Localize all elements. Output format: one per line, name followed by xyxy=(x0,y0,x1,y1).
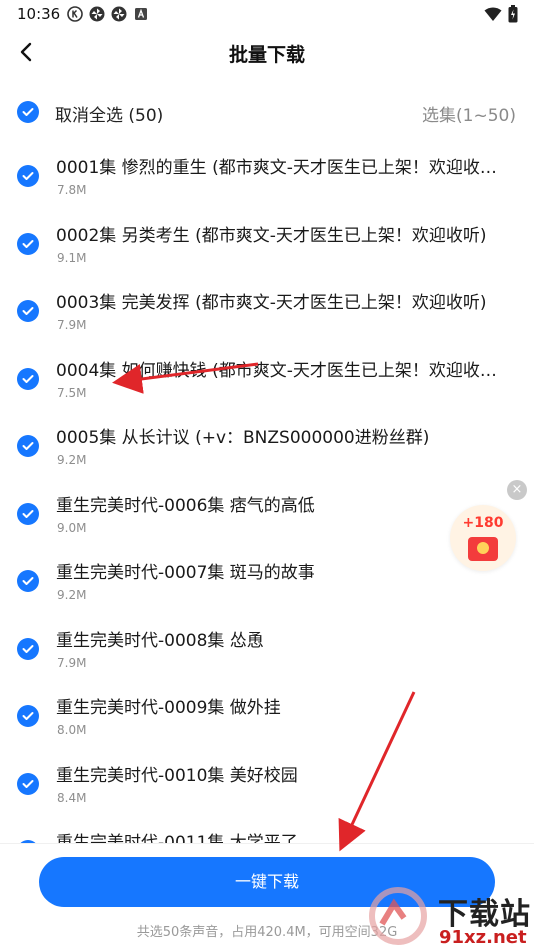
list-item[interactable]: 重生完美时代-0009集 做外挂 8.0M xyxy=(0,685,534,753)
status-notification-icons xyxy=(67,6,149,22)
episode-title: 重生完美时代-0008集 怂恿 xyxy=(56,630,264,651)
checkmark-icon xyxy=(22,239,34,248)
episode-checkbox[interactable] xyxy=(17,367,39,390)
episode-size: 9.2M xyxy=(57,453,87,467)
page-title: 批量下载 xyxy=(228,44,305,66)
checkmark-icon xyxy=(22,712,34,720)
episode-title: 0003集 完美发挥 (都市爽文-天才医生已上架！欢迎收听) xyxy=(56,293,487,313)
checkmark-icon xyxy=(22,374,34,383)
episode-checkbox[interactable] xyxy=(17,502,39,525)
wifi-icon xyxy=(484,7,502,21)
checkmark-icon xyxy=(22,644,34,653)
checkmark-icon xyxy=(22,442,34,450)
checkmark-icon xyxy=(22,509,34,518)
list-item[interactable]: 重生完美时代-0007集 斑马的故事 9.2M xyxy=(0,550,534,618)
episode-checkbox[interactable] xyxy=(17,165,39,187)
pinwheel-icon xyxy=(111,6,127,22)
episode-checkbox[interactable] xyxy=(17,637,39,660)
episode-size: 8.4M xyxy=(57,790,87,805)
episode-size: 9.1M xyxy=(57,250,87,265)
status-time: 10:36 xyxy=(17,5,61,23)
red-envelope-icon xyxy=(468,537,498,561)
reward-amount: +180 xyxy=(462,515,504,531)
reward-close-button[interactable]: × xyxy=(507,480,527,500)
episode-title: 0002集 另类考生 (都市爽文-天才医生已上架！欢迎收听) xyxy=(56,225,487,246)
episode-list[interactable]: 0001集 惨烈的重生 (都市爽文-天才医生已上架！欢迎收… 7.8M 0002… xyxy=(0,145,534,850)
episode-size: 9.0M xyxy=(57,520,87,535)
a-box-icon xyxy=(135,8,147,20)
episode-checkbox[interactable] xyxy=(17,570,39,592)
checkmark-icon xyxy=(22,108,34,116)
episode-checkbox[interactable] xyxy=(17,772,39,795)
episode-checkbox[interactable] xyxy=(17,300,39,322)
episode-checkbox[interactable] xyxy=(17,435,39,457)
status-system-icons xyxy=(484,5,518,23)
episode-size: 7.5M xyxy=(57,385,87,400)
list-item[interactable]: 0005集 从长计议 (+v：BNZS000000进粉丝群) 9.2M xyxy=(0,415,534,483)
episode-size: 7.9M xyxy=(57,655,87,670)
episode-title: 重生完美时代-0007集 斑马的故事 xyxy=(56,563,315,583)
k-circle-icon xyxy=(67,6,83,22)
episode-size: 8.0M xyxy=(57,723,87,737)
checkmark-icon xyxy=(22,577,34,585)
top-bar: 批量下载 xyxy=(0,28,534,76)
checkmark-icon xyxy=(22,172,34,180)
episode-range-selector[interactable]: 选集(1~50) xyxy=(422,101,516,126)
pinwheel-icon xyxy=(89,6,105,22)
episode-title: 重生完美时代-0010集 美好校园 xyxy=(56,765,298,786)
episode-checkbox[interactable] xyxy=(17,232,39,255)
list-item[interactable]: 0002集 另类考生 (都市爽文-天才医生已上架！欢迎收听) 9.1M xyxy=(0,213,534,281)
select-all-checkbox[interactable] xyxy=(17,101,39,123)
episode-title: 0001集 惨烈的重生 (都市爽文-天才医生已上架！欢迎收… xyxy=(56,158,497,178)
coin-icon xyxy=(477,542,489,554)
checkmark-icon xyxy=(22,779,34,788)
battery-icon xyxy=(508,5,518,23)
episode-size: 9.2M xyxy=(57,588,87,602)
checkmark-icon xyxy=(22,307,34,315)
watermark-domain: 91xz.net xyxy=(439,927,527,948)
episode-size: 7.8M xyxy=(57,183,87,197)
episode-title: 重生完美时代-0009集 做外挂 xyxy=(56,698,281,718)
episode-title: 0004集 如何赚快钱 (都市爽文-天才医生已上架！欢迎收… xyxy=(56,360,497,381)
select-all-row[interactable]: 取消全选 (50) 选集(1~50) xyxy=(0,90,534,134)
list-item[interactable]: 0001集 惨烈的重生 (都市爽文-天才医生已上架！欢迎收… 7.8M xyxy=(0,145,534,213)
list-item[interactable]: 重生完美时代-0010集 美好校园 8.4M xyxy=(0,753,534,821)
episode-title: 重生完美时代-0006集 痞气的高低 xyxy=(56,495,315,516)
list-item[interactable]: 0004集 如何赚快钱 (都市爽文-天才医生已上架！欢迎收… 7.5M xyxy=(0,348,534,416)
select-all-label: 取消全选 (50) xyxy=(55,106,164,126)
episode-checkbox[interactable] xyxy=(17,705,39,727)
red-packet-reward[interactable]: +180 xyxy=(450,505,516,571)
episode-title: 0005集 从长计议 (+v：BNZS000000进粉丝群) xyxy=(56,428,430,448)
episode-size: 7.9M xyxy=(57,318,87,332)
list-item[interactable]: 0003集 完美发挥 (都市爽文-天才医生已上架！欢迎收听) 7.9M xyxy=(0,280,534,348)
status-bar: 10:36 xyxy=(0,0,534,28)
list-item[interactable]: 重生完美时代-0008集 怂恿 7.9M xyxy=(0,618,534,686)
